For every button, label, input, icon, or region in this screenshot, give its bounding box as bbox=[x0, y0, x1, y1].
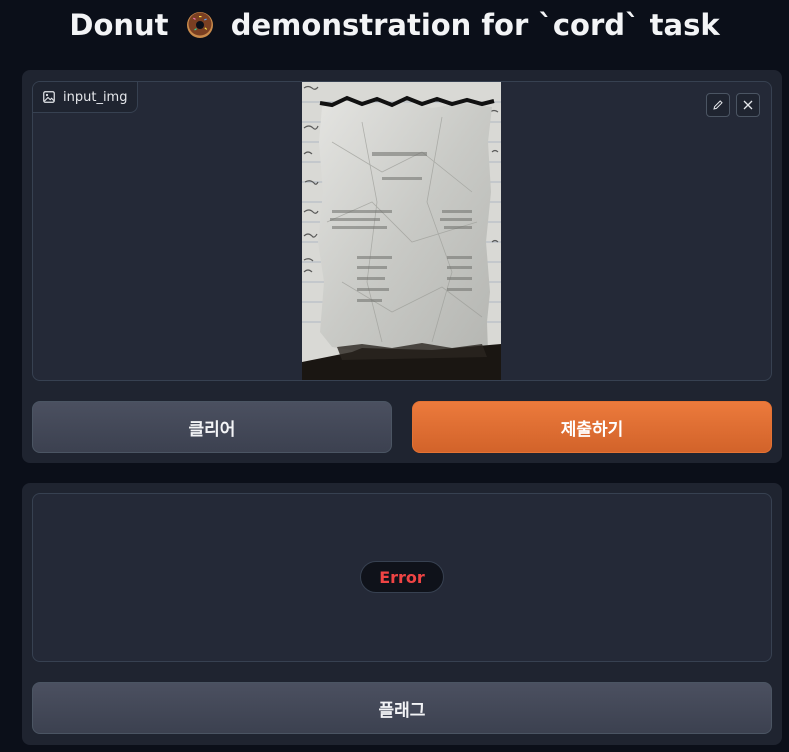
close-icon bbox=[743, 100, 753, 110]
receipt-photo bbox=[302, 82, 501, 380]
clear-button[interactable]: 클리어 bbox=[32, 401, 392, 453]
title-suffix: demonstration for `cord` task bbox=[230, 8, 720, 42]
image-icon bbox=[43, 91, 55, 103]
title-prefix: Donut bbox=[69, 8, 169, 42]
output-area: Error bbox=[32, 493, 772, 662]
input-panel: input_img 클리어 제출하기 bbox=[22, 70, 782, 463]
donut-emoji-icon bbox=[186, 12, 213, 38]
flag-button[interactable]: 플래그 bbox=[32, 682, 772, 734]
error-status-badge: Error bbox=[360, 561, 444, 593]
pencil-icon bbox=[713, 100, 723, 110]
image-input-label: input_img bbox=[33, 82, 139, 113]
output-panel: Error 플래그 bbox=[22, 483, 782, 745]
page-title: Donut demonstration for `cord` task bbox=[0, 8, 789, 42]
image-input-label-text: input_img bbox=[63, 89, 128, 105]
image-input-area[interactable]: input_img bbox=[32, 81, 772, 381]
submit-button[interactable]: 제출하기 bbox=[412, 401, 772, 453]
edit-image-button[interactable] bbox=[706, 93, 730, 117]
remove-image-button[interactable] bbox=[736, 93, 760, 117]
